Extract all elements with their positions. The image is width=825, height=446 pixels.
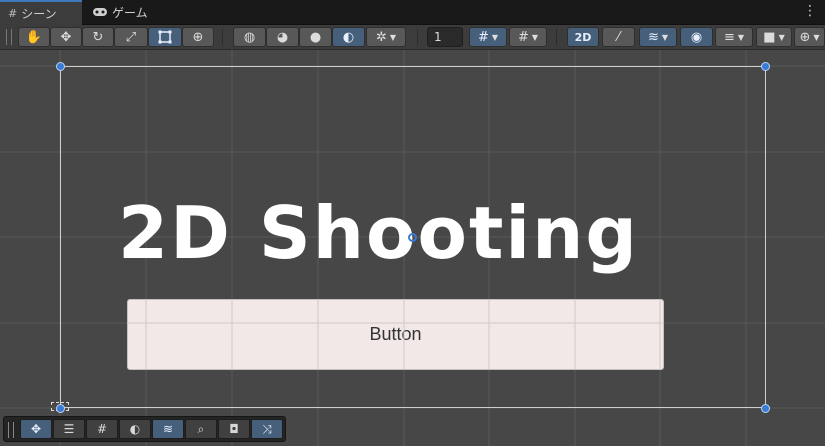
transform-tool-button[interactable]: ⊕ (182, 27, 214, 47)
scale-tool-button[interactable]: ⤢ (114, 27, 148, 47)
wireframe-sphere-icon: ◍ (243, 29, 256, 45)
gamepad-icon (92, 7, 108, 17)
sliders-icon: ☰ (63, 422, 75, 436)
rect-transform-icon (158, 30, 172, 44)
camera-settings-dropdown[interactable]: ■ ▼ (756, 27, 792, 47)
shaded-sphere-icon: ● (309, 29, 322, 45)
move-icon: ✥ (60, 29, 72, 45)
lighting-toggle-button[interactable]: ◐ (332, 27, 365, 47)
tab-scene-label: シーン (21, 7, 57, 21)
scene-ui-button[interactable]: Button (127, 299, 664, 370)
scene-visibility-button[interactable]: ◉ (680, 27, 713, 47)
layers-icon: ≋ (647, 29, 659, 45)
resize-handle-bottom-right[interactable] (761, 404, 770, 413)
toolbar-separator (417, 29, 418, 45)
grid-visibility-dropdown[interactable]: # ▼ (469, 27, 507, 47)
debug-bug-icon: ✲ (375, 29, 387, 45)
transform-icon: ⊕ (192, 29, 204, 45)
overlay-grid-snap-button[interactable]: # (86, 419, 118, 439)
pivot-handle[interactable] (408, 233, 417, 242)
scene-toolbar: ✋ ✥ ↻ ⤢ ⊕ ◍ ◕ ● ◐ ✲ ▼ 1 # ▼ # ▼ 2D ⁄ ≋ ▼… (0, 25, 825, 50)
overlay-camera-button[interactable]: ◘ (218, 419, 250, 439)
gizmo-icon: ⊕ (799, 29, 811, 45)
camera-icon: ◘ (229, 422, 239, 436)
chevron-down-icon: ▼ (813, 32, 820, 42)
scene-lighting-button[interactable]: ⁄ (602, 27, 635, 47)
tab-game[interactable]: ゲーム (84, 0, 164, 24)
toolbar-separator (222, 29, 223, 45)
rotate-icon: ↻ (92, 29, 104, 45)
camera-icon: ■ (763, 29, 776, 45)
move-icon: ✥ (30, 422, 42, 436)
shaded-wireframe-icon: ◕ (276, 29, 289, 45)
toolbar-separator (556, 29, 557, 45)
overlay-settings-button[interactable]: ☰ (53, 419, 85, 439)
overlay-shuffle-button[interactable]: ⤨ (251, 419, 283, 439)
rotate-tool-button[interactable]: ↻ (82, 27, 114, 47)
search-icon: ⌕ (197, 421, 205, 436)
window-tab-bar: # シーン ゲーム ⋮ (0, 0, 825, 25)
overlay-search-button[interactable]: ⌕ (185, 419, 217, 439)
layers-icon: ≋ (162, 422, 174, 436)
gizmos-dropdown[interactable]: ⊕ ▼ (794, 27, 825, 47)
overlay-grip[interactable] (8, 422, 14, 438)
shaded-wireframe-button[interactable]: ◕ (266, 27, 299, 47)
title-text-object[interactable]: 2D Shooting (118, 188, 638, 278)
shaded-button[interactable]: ● (299, 27, 332, 47)
wireframe-button[interactable]: ◍ (233, 27, 266, 47)
resize-handle-top-right[interactable] (761, 62, 770, 71)
tab-game-label: ゲーム (112, 5, 148, 20)
stack-icon: ≡ (723, 29, 735, 45)
chevron-down-icon: ▼ (491, 32, 499, 42)
scene-ui-button-label: Button (369, 324, 422, 344)
chevron-down-icon: ▼ (661, 32, 669, 42)
scale-icon: ⤢ (125, 29, 137, 45)
eye-icon: ◉ (690, 29, 703, 45)
grid-snap-icon: # (517, 29, 529, 45)
scene-viewport[interactable]: 2D Shooting Button (0, 50, 825, 446)
lighting-off-icon: ⁄ (617, 29, 620, 45)
grid-size-field[interactable]: 1 (427, 27, 463, 47)
lighting-icon: ◐ (129, 422, 141, 436)
lighting-icon: ◐ (342, 29, 355, 45)
move-tool-button[interactable]: ✥ (50, 27, 82, 47)
shuffle-icon: ⤨ (262, 421, 272, 436)
chevron-down-icon: ▼ (389, 32, 397, 42)
overlay-move-button[interactable]: ✥ (20, 419, 52, 439)
grid-size-value: 1 (434, 30, 442, 44)
grid-y-icon: # (477, 29, 489, 45)
2d-mode-button[interactable]: 2D (567, 27, 599, 47)
2d-mode-label: 2D (574, 30, 592, 44)
scene-effects-dropdown[interactable]: ≋ ▼ (639, 27, 677, 47)
overlay-layers-button[interactable]: ≋ (152, 419, 184, 439)
rect-tool-button[interactable] (148, 27, 182, 47)
kebab-menu-icon[interactable]: ⋮ (803, 3, 817, 19)
resize-handle-bottom-left[interactable] (56, 404, 65, 413)
grid-snap-icon: # (96, 422, 108, 436)
tab-scene[interactable]: # シーン (0, 0, 82, 25)
overlay-lighting-button[interactable]: ◐ (119, 419, 151, 439)
toolbar-grip[interactable] (6, 29, 12, 45)
debug-draw-mode-dropdown[interactable]: ✲ ▼ (366, 27, 406, 47)
grid-icon: # (8, 7, 18, 20)
snap-settings-dropdown[interactable]: # ▼ (509, 27, 547, 47)
hand-icon: ✋ (25, 29, 43, 45)
chevron-down-icon: ▼ (737, 32, 745, 42)
chevron-down-icon: ▼ (531, 32, 539, 42)
gizmos-layers-dropdown[interactable]: ≡ ▼ (715, 27, 753, 47)
overlay-toolbar: ✥ ☰ # ◐ ≋ ⌕ ◘ ⤨ (3, 416, 286, 442)
chevron-down-icon: ▼ (778, 32, 785, 42)
resize-handle-top-left[interactable] (56, 62, 65, 71)
hand-tool-button[interactable]: ✋ (18, 27, 50, 47)
